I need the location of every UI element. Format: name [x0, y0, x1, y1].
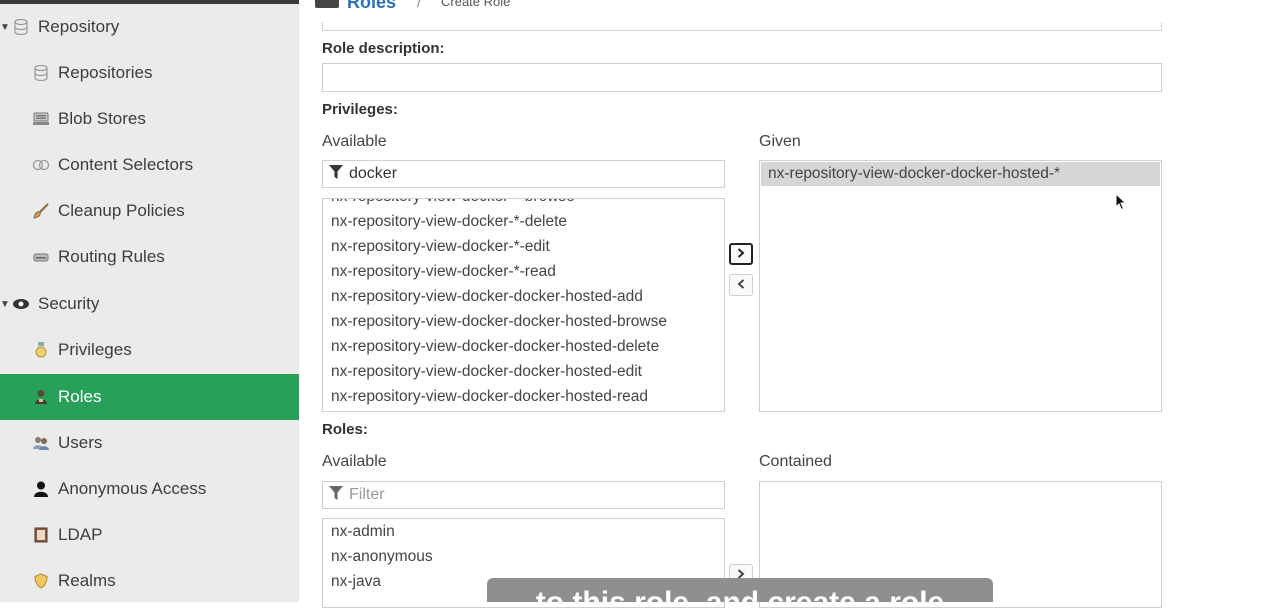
role-description-label: Role description:: [322, 40, 445, 57]
privileges-available-list[interactable]: nx-repository-view-docker-*-browse nx-re…: [322, 198, 725, 412]
breadcrumb-separator: /: [417, 0, 421, 10]
list-item[interactable]: nx-repository-view-docker-docker-hosted-…: [331, 363, 642, 381]
privileges-filter-input[interactable]: docker: [322, 160, 725, 188]
sidebar-item-users[interactable]: Users: [0, 420, 299, 466]
list-item[interactable]: nx-repository-view-docker-*-delete: [331, 213, 567, 231]
list-item[interactable]: nx-anonymous: [331, 548, 433, 566]
privileges-given-label: Given: [759, 133, 801, 150]
list-item[interactable]: nx-repository-view-docker-docker-hosted-…: [331, 388, 648, 406]
remove-privilege-button[interactable]: [729, 274, 753, 296]
sidebar-group-repository[interactable]: ▼ Repository: [0, 4, 299, 50]
sidebar-group-label: Security: [38, 294, 100, 313]
sidebar-group-label: Repository: [38, 17, 120, 36]
roles-available-label: Available: [322, 453, 387, 470]
mouse-cursor-icon: [1115, 192, 1127, 216]
list-item[interactable]: nx-repository-view-docker-*-browse: [331, 199, 575, 206]
sidebar-item-label: Users: [58, 433, 103, 452]
breadcrumb: Roles / Create Role: [299, 0, 1278, 24]
caret-down-icon: ▼: [0, 298, 10, 310]
person-icon: [32, 480, 50, 498]
sidebar-item-routing-rules[interactable]: Routing Rules: [0, 234, 299, 280]
sidebar-item-label: Realms: [58, 571, 116, 590]
privileges-filter-value: docker: [349, 165, 398, 182]
sidebar-item-realms[interactable]: Realms: [0, 558, 299, 604]
selector-icon: [32, 156, 50, 174]
role-description-input[interactable]: [322, 63, 1162, 92]
users-icon: [32, 434, 50, 452]
list-item[interactable]: nx-repository-view-docker-*-read: [331, 263, 556, 281]
filter-icon: [329, 485, 343, 505]
medal-icon: [32, 341, 50, 359]
roles-label: Roles:: [322, 421, 368, 438]
sidebar-item-label: Privileges: [58, 340, 132, 359]
sidebar-item-label: Roles: [58, 387, 102, 406]
eye-icon: [12, 295, 30, 313]
roles-filter-input[interactable]: Filter: [322, 481, 725, 509]
sidebar-item-label: Repositories: [58, 63, 153, 82]
sidebar-item-label: Cleanup Policies: [58, 201, 185, 220]
sidebar-item-label: LDAP: [58, 525, 103, 544]
router-icon: [32, 248, 50, 266]
database-icon: [12, 18, 30, 36]
roles-icon: [315, 0, 339, 8]
sidebar-item-label: Blob Stores: [58, 109, 146, 128]
list-item[interactable]: nx-repository-view-docker-docker-hosted-…: [331, 288, 643, 306]
roles-filter-placeholder: Filter: [349, 486, 385, 503]
sidebar-item-cleanup-policies[interactable]: Cleanup Policies: [0, 188, 299, 234]
list-item[interactable]: nx-java: [331, 573, 381, 591]
privileges-given-list[interactable]: nx-repository-view-docker-docker-hosted-…: [759, 160, 1162, 412]
video-caption: to this role, and create a role: [487, 578, 993, 602]
add-privilege-button[interactable]: [729, 243, 753, 265]
chevron-left-icon: [737, 276, 745, 294]
role-badge-icon: [32, 388, 50, 406]
sidebar-item-roles[interactable]: Roles: [0, 374, 299, 420]
sidebar-item-blob-stores[interactable]: Blob Stores: [0, 96, 299, 142]
main-panel: Roles / Create Role Role description: Pr…: [299, 0, 1278, 608]
list-item[interactable]: nx-repository-view-docker-docker-hosted-…: [331, 313, 667, 331]
role-name-field-edge[interactable]: [322, 22, 1162, 31]
book-icon: [32, 526, 50, 544]
shield-icon: [32, 572, 50, 590]
list-item[interactable]: nx-admin: [331, 523, 395, 541]
privileges-available-label: Available: [322, 133, 387, 150]
sidebar-item-ldap[interactable]: LDAP: [0, 512, 299, 558]
breadcrumb-title[interactable]: Roles: [347, 0, 396, 13]
caption-text: to this role, and create a role: [487, 586, 993, 602]
caret-down-icon: ▼: [0, 21, 10, 33]
sidebar-item-label: Content Selectors: [58, 155, 194, 174]
breadcrumb-current: Create Role: [441, 0, 511, 9]
sidebar-item-content-selectors[interactable]: Content Selectors: [0, 142, 299, 188]
sidebar: ▼ Repository Repositories Blob Stores Co…: [0, 0, 299, 602]
list-item-selected[interactable]: nx-repository-view-docker-docker-hosted-…: [761, 162, 1160, 186]
chevron-right-icon: [737, 245, 745, 263]
database-icon: [32, 64, 50, 82]
sidebar-item-anonymous-access[interactable]: Anonymous Access: [0, 466, 299, 512]
list-item[interactable]: nx-repository-view-docker-*-edit: [331, 238, 550, 256]
sidebar-item-label: Routing Rules: [58, 247, 165, 266]
sidebar-group-security[interactable]: ▼ Security: [0, 281, 299, 327]
filter-icon: [329, 164, 343, 184]
list-item[interactable]: nx-repository-view-docker-docker-hosted-…: [331, 338, 659, 356]
server-icon: [32, 110, 50, 128]
brush-icon: [32, 202, 50, 220]
sidebar-item-privileges[interactable]: Privileges: [0, 327, 299, 373]
roles-contained-label: Contained: [759, 453, 832, 470]
sidebar-item-label: Anonymous Access: [58, 479, 207, 498]
sidebar-item-repositories[interactable]: Repositories: [0, 50, 299, 96]
privileges-label: Privileges:: [322, 101, 398, 118]
